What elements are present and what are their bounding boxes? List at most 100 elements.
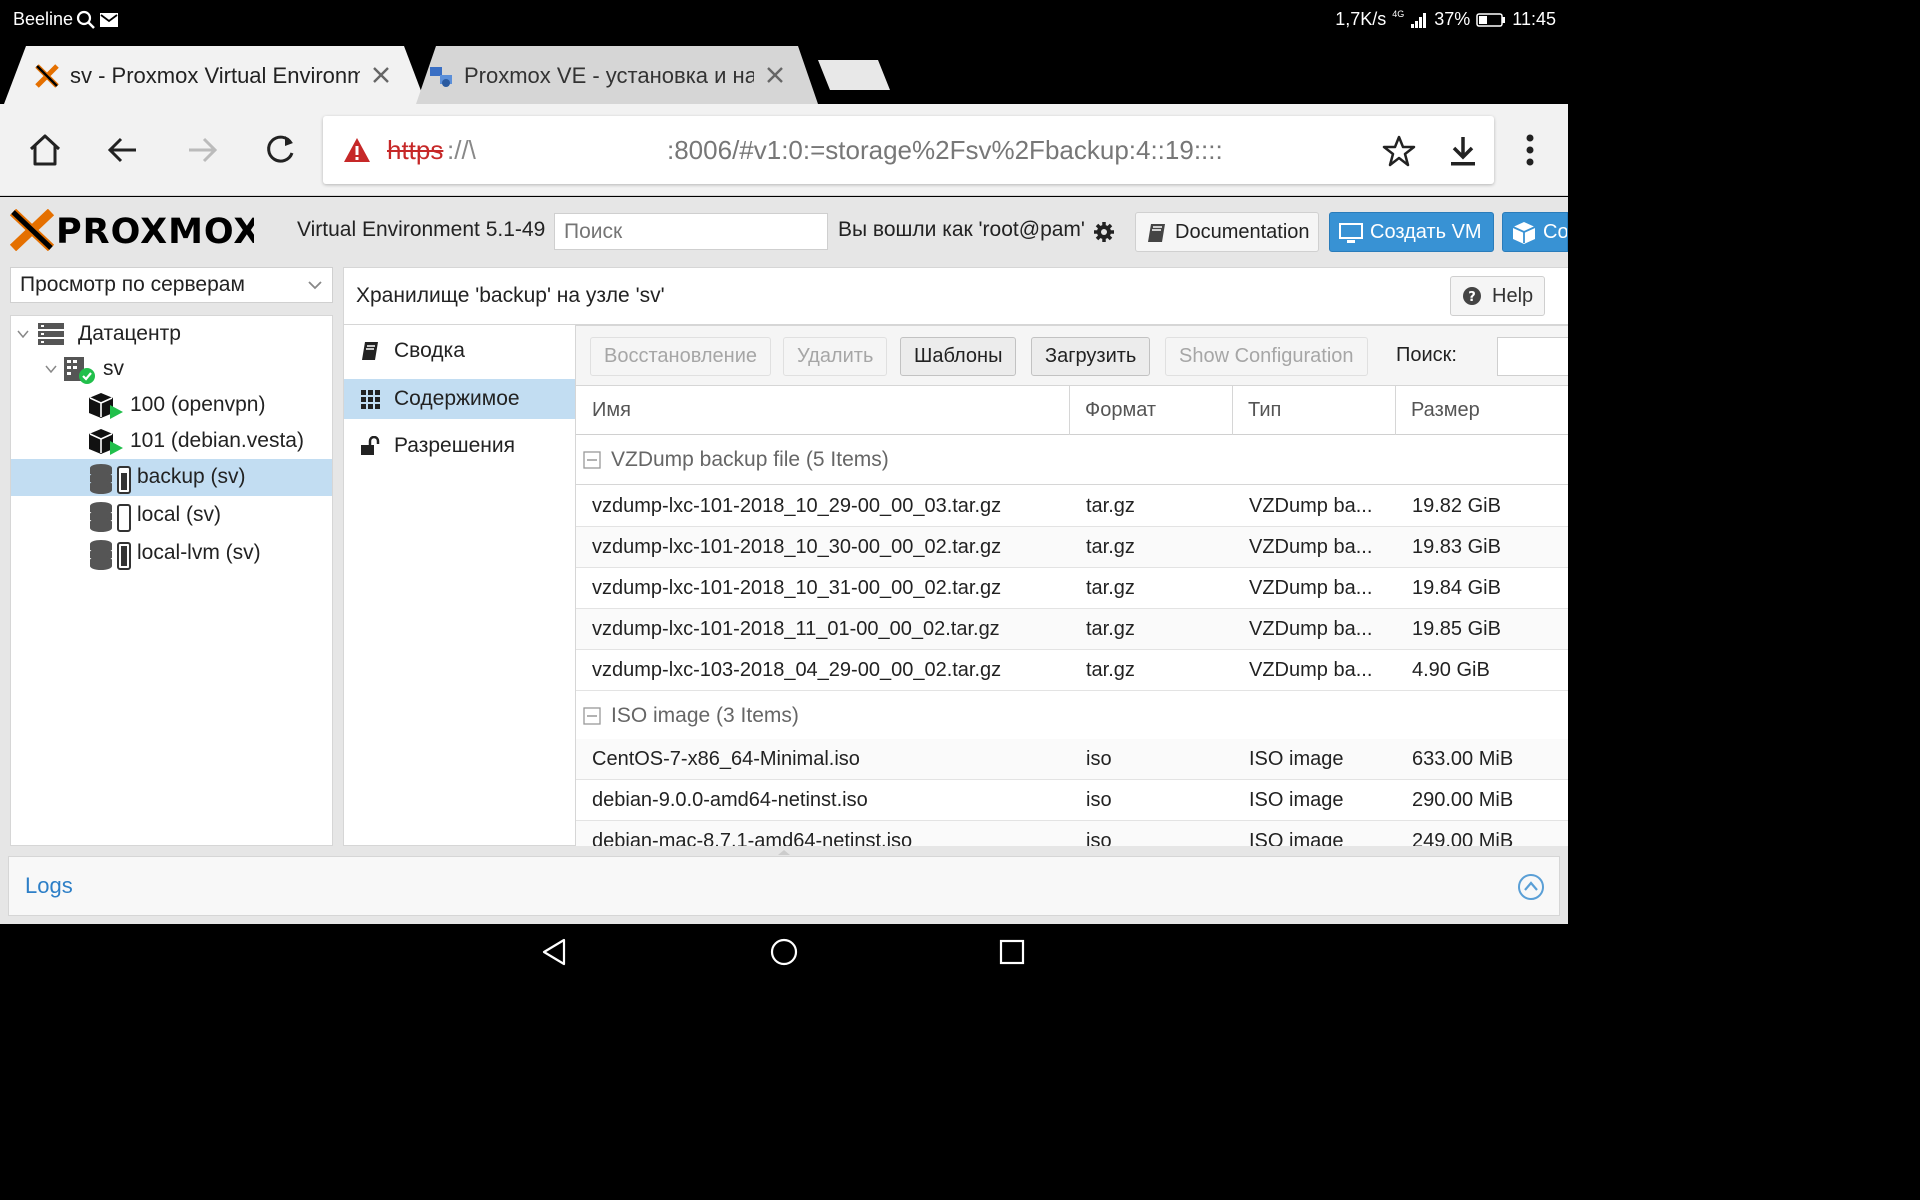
cell-size: 633.00 MiB [1412,748,1514,770]
table-row[interactable]: vzdump-lxc-101-2018_11_01-00_00_02.tar.g… [576,609,1568,650]
tree-item-storage-backup[interactable]: backup (sv) [11,459,332,496]
back-icon[interactable] [104,131,142,169]
show-configuration-button[interactable]: Show Configuration [1165,337,1368,376]
tab-proxmox[interactable]: sv - Proxmox Virtual Environment [0,46,430,104]
content-search-input[interactable] [1497,337,1568,376]
battery-percent: 37% [1434,9,1471,29]
node-online-icon [64,357,95,384]
close-tab-icon[interactable] [368,62,394,88]
remove-button[interactable]: Удалить [783,337,888,376]
create-ct-button[interactable]: Создать CT [1502,212,1568,252]
forward-icon[interactable] [183,131,221,169]
cell-type: VZDump ba... [1249,577,1373,599]
cell-size: 249.00 MiB [1412,830,1514,846]
proxmox-x-icon [10,209,54,251]
proxmox-app: PROXMOX Virtual Environment 5.1-49 Вы во… [0,197,1568,924]
reload-icon[interactable] [261,131,299,169]
menu-item-label: Содержимое [394,387,520,410]
column-header-name[interactable]: Имя [576,386,1070,435]
collapse-group-icon[interactable] [583,707,601,725]
more-menu-icon[interactable] [1514,132,1546,168]
tree-item-ct-101[interactable]: 101 (debian.vesta) [11,423,332,460]
cell-size: 19.82 GiB [1412,495,1501,517]
bookmark-star-icon[interactable] [1382,134,1416,168]
page-title: Хранилище 'backup' на узле 'sv' [356,284,665,307]
download-icon[interactable] [1446,134,1480,168]
tab-title: Proxmox VE - установка и настройка [464,63,754,88]
logs-title: Logs [25,873,73,898]
menu-item-label: Разрешения [394,434,515,457]
column-header-type[interactable]: Тип [1232,386,1396,435]
cell-name: debian-9.0.0-amd64-netinst.iso [592,789,868,811]
nav-back-icon[interactable] [540,936,572,968]
tree-item-label: Датацентр [78,322,181,345]
nav-home-icon[interactable] [768,936,800,968]
group-header[interactable]: ISO image (3 Items) [576,691,1568,741]
table-row[interactable]: vzdump-lxc-101-2018_10_31-00_00_02.tar.g… [576,568,1568,609]
cell-name: vzdump-lxc-103-2018_04_29-00_00_02.tar.g… [592,659,1002,681]
upload-button[interactable]: Загрузить [1031,337,1151,376]
collapse-arrow-icon[interactable] [45,365,57,373]
cell-format: iso [1086,748,1112,770]
tree-item-storage-local[interactable]: local (sv) [11,497,332,534]
expand-up-icon[interactable] [1517,873,1545,901]
tree-item-ct-100[interactable]: 100 (openvpn) [11,387,332,424]
cell-type: VZDump ba... [1249,495,1373,517]
cell-name: vzdump-lxc-101-2018_10_30-00_00_02.tar.g… [592,536,1002,558]
tree-item-storage-local-lvm[interactable]: local-lvm (sv) [11,535,332,572]
help-button[interactable]: ? Help [1450,276,1545,316]
table-row[interactable]: vzdump-lxc-101-2018_10_29-00_00_03.tar.g… [576,486,1568,527]
storage-content-panel: Восстановление Удалить Шаблоны Загрузить… [576,325,1568,846]
close-tab-icon[interactable] [762,62,788,88]
cell-type: VZDump ba... [1249,659,1373,681]
tree-item-label: local (sv) [137,503,222,526]
global-search-input[interactable] [554,213,828,250]
menu-item-label: Сводка [394,339,465,362]
table-row[interactable]: vzdump-lxc-103-2018_04_29-00_00_02.tar.g… [576,650,1568,691]
menu-item-content[interactable]: Содержимое [344,379,575,419]
menu-item-permissions[interactable]: Разрешения [344,426,575,466]
home-icon[interactable] [26,131,64,169]
group-header[interactable]: VZDump backup file (5 Items) [576,435,1568,485]
create-vm-button[interactable]: Создать VM [1329,212,1494,252]
cell-name: debian-mac-8.7.1-amd64-netinst.iso [592,830,913,846]
restore-button[interactable]: Восстановление [590,337,771,376]
new-tab-button[interactable] [816,58,892,92]
cell-size: 4.90 GiB [1412,659,1490,681]
splitter-handle-icon[interactable] [776,848,792,856]
cell-format: iso [1086,830,1112,846]
warning-icon [344,138,370,162]
address-bar[interactable]: https ://\ :8006/#v1:0:=storage%2Fsv%2Fb… [323,116,1494,184]
cube-icon [1512,222,1536,244]
search-label: Поиск: [1396,344,1457,366]
grid-header: Имя Формат Тип Размер [576,386,1568,435]
cell-type: VZDump ba... [1249,536,1373,558]
resource-tree: Датацентр sv 100 (openvpn) 101 (debian.v… [10,315,333,846]
menu-item-summary[interactable]: Сводка [344,331,575,371]
nav-recents-icon[interactable] [996,936,1028,968]
chevron-down-icon [308,281,322,290]
mail-notification-icon [100,12,119,27]
collapse-group-icon[interactable] [583,451,601,469]
book-icon [362,342,378,360]
tab-proxmox-install[interactable]: Proxmox VE - установка и настройка [412,46,822,104]
server-view-select[interactable]: Просмотр по серверам [10,267,333,303]
column-header-format[interactable]: Формат [1069,386,1233,435]
collapse-arrow-icon[interactable] [17,330,29,338]
group-label: VZDump backup file (5 Items) [611,448,889,471]
table-row[interactable]: CentOS-7-x86_64-Minimal.iso iso ISO imag… [576,739,1568,780]
templates-button[interactable]: Шаблоны [900,337,1017,376]
browser-tab-strip: sv - Proxmox Virtual Environment Proxmox… [0,40,1568,104]
gear-icon[interactable] [1093,221,1115,243]
logs-panel[interactable]: Logs [8,856,1560,916]
table-row[interactable]: debian-mac-8.7.1-amd64-netinst.iso iso I… [576,821,1568,846]
proxmox-wordmark: PROXMOX [56,212,254,251]
documentation-button[interactable]: Documentation [1135,212,1319,252]
table-row[interactable]: debian-9.0.0-amd64-netinst.iso iso ISO i… [576,780,1568,821]
clock: 11:45 [1512,9,1556,29]
tree-item-datacenter[interactable]: Датацентр [11,316,332,353]
cell-format: tar.gz [1086,618,1135,640]
tree-item-node-sv[interactable]: sv [11,351,332,388]
column-header-size[interactable]: Размер [1395,386,1568,435]
table-row[interactable]: vzdump-lxc-101-2018_10_30-00_00_02.tar.g… [576,527,1568,568]
